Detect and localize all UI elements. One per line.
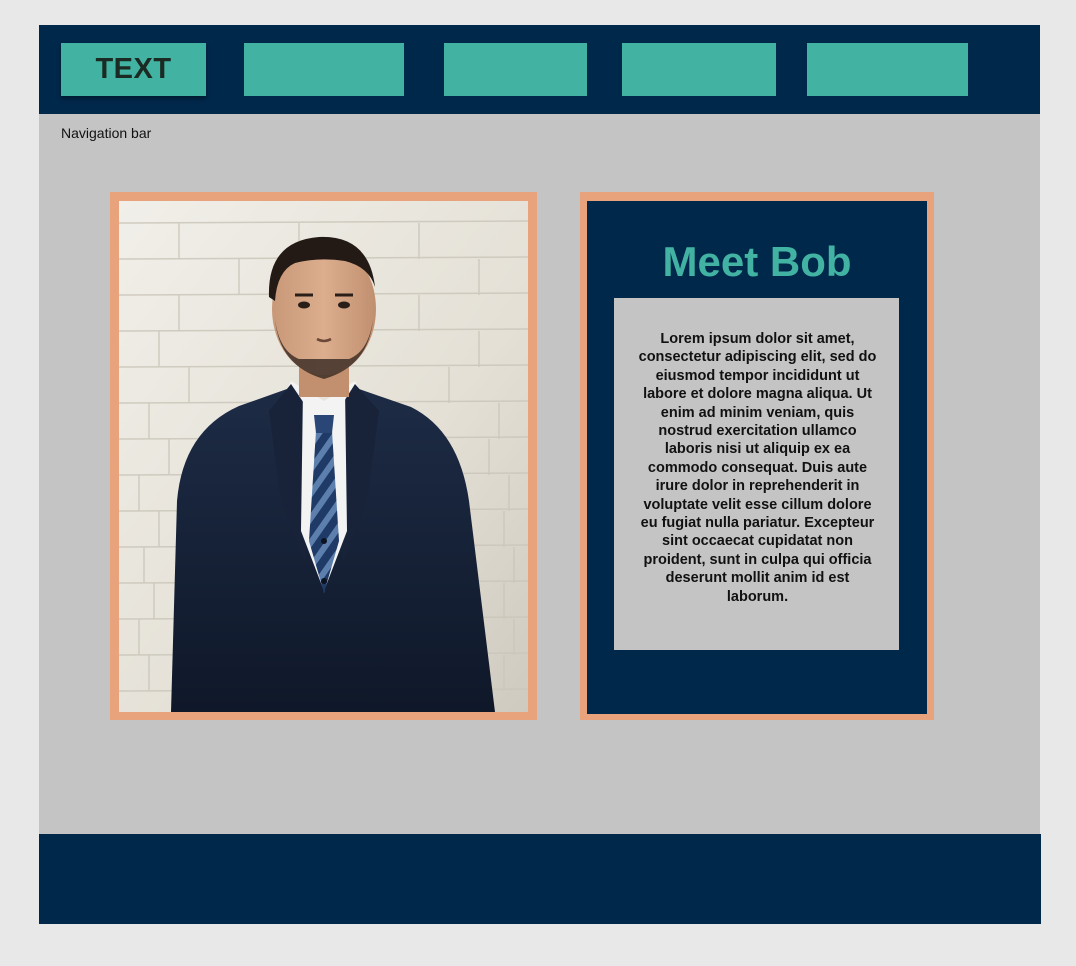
page-canvas: TEXT Navigation bar Meet Bob Lorem ipsum…: [39, 25, 1041, 924]
photo-frame: [110, 192, 537, 720]
profile-photo: [119, 201, 528, 712]
info-card-frame: Meet Bob Lorem ipsum dolor sit amet, con…: [580, 192, 934, 720]
bio-box: Lorem ipsum dolor sit amet, consectetur …: [614, 298, 899, 650]
navigation-bar: TEXT: [39, 25, 1040, 114]
footer: [39, 834, 1041, 924]
profile-title: Meet Bob: [662, 238, 852, 285]
info-card: Meet Bob Lorem ipsum dolor sit amet, con…: [587, 201, 927, 714]
nav-button-2[interactable]: [244, 43, 404, 96]
nav-button-4[interactable]: [622, 43, 776, 96]
nav-button-1[interactable]: TEXT: [61, 43, 206, 96]
bio-text: Lorem ipsum dolor sit amet, consectetur …: [638, 331, 877, 605]
nav-button-5[interactable]: [807, 43, 968, 96]
nav-button-3[interactable]: [444, 43, 587, 96]
navigation-bar-caption: Navigation bar: [61, 125, 152, 141]
